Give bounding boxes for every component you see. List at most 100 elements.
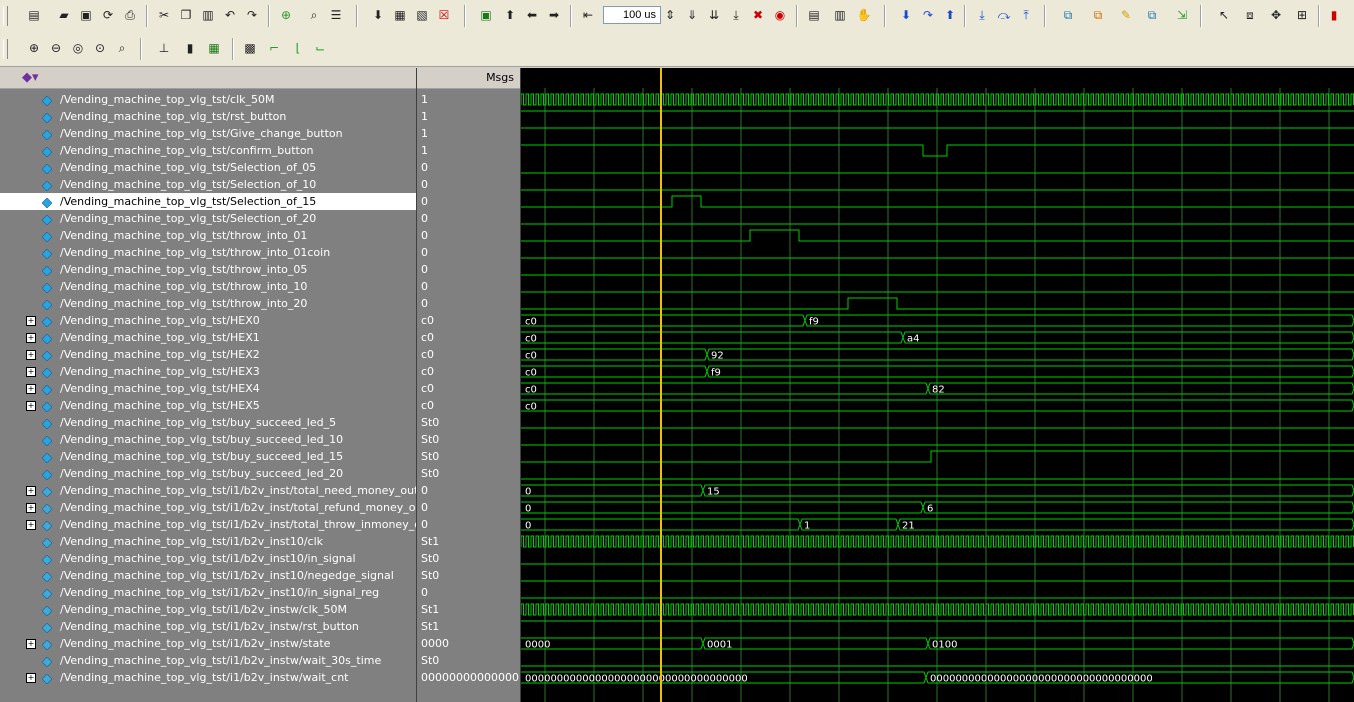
- left-icon[interactable]: ⬅: [524, 7, 540, 23]
- toolbar-grip[interactable]: [3, 6, 8, 26]
- right-icon[interactable]: ➡: [546, 7, 562, 23]
- signal-row[interactable]: + /Vending_machine_top_vlg_tst/i1/b2v_ins…: [0, 482, 416, 499]
- signal-row[interactable]: /Vending_machine_top_vlg_tst/buy_succeed…: [0, 431, 416, 448]
- signal-row[interactable]: + /Vending_machine_top_vlg_tst/i1/b2v_ins…: [0, 499, 416, 516]
- step-over-icon[interactable]: ▤: [806, 7, 822, 23]
- signal-row[interactable]: + /Vending_machine_top_vlg_tst/HEX0: [0, 312, 416, 329]
- wave-options-icon[interactable]: ◆▾: [22, 70, 39, 85]
- expand-icon[interactable]: +: [26, 367, 36, 377]
- expand-icon[interactable]: +: [26, 673, 36, 683]
- zoom-mode-icon[interactable]: ⧈: [1242, 7, 1258, 23]
- cursor-icon[interactable]: ⊞: [1294, 7, 1310, 23]
- expand-icon[interactable]: +: [26, 350, 36, 360]
- edge-rise-icon[interactable]: ⌊: [290, 40, 306, 56]
- paste-icon[interactable]: ▥: [200, 7, 216, 23]
- new-icon[interactable]: ▤: [26, 7, 42, 23]
- stop-icon[interactable]: ✖: [750, 7, 766, 23]
- time-step-input[interactable]: [603, 6, 661, 24]
- compile-icon[interactable]: ⬇: [370, 7, 386, 23]
- step-a-icon[interactable]: ⤓: [974, 7, 990, 23]
- signal-row[interactable]: /Vending_machine_top_vlg_tst/Selection_o…: [0, 210, 416, 227]
- wave-edit-icon[interactable]: ✎: [1118, 7, 1134, 23]
- signal-row[interactable]: /Vending_machine_top_vlg_tst/i1/b2v_inst…: [0, 601, 416, 618]
- compile-all-icon[interactable]: ▦: [392, 7, 408, 23]
- expand-icon[interactable]: +: [26, 639, 36, 649]
- signal-row[interactable]: /Vending_machine_top_vlg_tst/buy_succeed…: [0, 448, 416, 465]
- print-icon[interactable]: ⎙: [122, 7, 138, 23]
- undo-icon[interactable]: ↶: [222, 7, 238, 23]
- continue-icon[interactable]: ⇊: [706, 7, 722, 23]
- signal-row[interactable]: + /Vending_machine_top_vlg_tst/i1/b2v_ins…: [0, 669, 416, 686]
- step-b-icon[interactable]: ⤼: [996, 7, 1012, 23]
- signal-row[interactable]: + /Vending_machine_top_vlg_tst/HEX2: [0, 346, 416, 363]
- zoom-out-icon[interactable]: ⊖: [48, 40, 64, 56]
- hand-icon[interactable]: ✋: [856, 7, 872, 23]
- step-c-icon[interactable]: ⤒: [1018, 7, 1034, 23]
- wave-export-icon[interactable]: ⇲: [1174, 7, 1190, 23]
- zoom-cursor-icon[interactable]: ⊙: [92, 40, 108, 56]
- expand-icon[interactable]: +: [26, 486, 36, 496]
- signal-row[interactable]: /Vending_machine_top_vlg_tst/i1/b2v_inst…: [0, 652, 416, 669]
- signal-row[interactable]: + /Vending_machine_top_vlg_tst/HEX3: [0, 363, 416, 380]
- run-icon[interactable]: ⇓: [684, 7, 700, 23]
- signal-row[interactable]: /Vending_machine_top_vlg_tst/clk_50M: [0, 91, 416, 108]
- signal-row[interactable]: /Vending_machine_top_vlg_tst/throw_into_…: [0, 261, 416, 278]
- cut-icon[interactable]: ✂: [156, 7, 172, 23]
- select-icon[interactable]: ↖: [1216, 7, 1232, 23]
- run-all-icon[interactable]: ⤓: [728, 7, 744, 23]
- step-out-icon[interactable]: ▥: [832, 7, 848, 23]
- edge-next-icon[interactable]: ⌐: [266, 40, 282, 56]
- add-icon[interactable]: ⊕: [278, 7, 294, 23]
- wave-insert-icon[interactable]: ⧉: [1090, 7, 1106, 23]
- step-back-icon[interactable]: ↷: [920, 7, 936, 23]
- find-icon[interactable]: ⌕: [306, 7, 322, 23]
- edge-fall-icon[interactable]: ⌙: [312, 40, 328, 56]
- zoom-in-icon[interactable]: ⊕: [26, 40, 42, 56]
- signal-row[interactable]: /Vending_machine_top_vlg_tst/Selection_o…: [0, 176, 416, 193]
- signal-row[interactable]: + /Vending_machine_top_vlg_tst/i1/b2v_ins…: [0, 635, 416, 652]
- toolbar-grip[interactable]: [3, 39, 8, 59]
- signal-row[interactable]: /Vending_machine_top_vlg_tst/Selection_o…: [0, 193, 416, 210]
- step-return-icon[interactable]: ⬆: [942, 7, 958, 23]
- cursor-delete-icon[interactable]: ▦: [206, 40, 222, 56]
- pan-icon[interactable]: ✥: [1268, 7, 1284, 23]
- signal-row[interactable]: /Vending_machine_top_vlg_tst/confirm_but…: [0, 142, 416, 159]
- step-into-icon[interactable]: ⬇: [898, 7, 914, 23]
- signal-row[interactable]: /Vending_machine_top_vlg_tst/throw_into_…: [0, 227, 416, 244]
- zoom-full-icon[interactable]: ◎: [70, 40, 86, 56]
- break-icon[interactable]: ☒: [436, 7, 452, 23]
- wave-add-icon[interactable]: ⧉: [1060, 7, 1076, 23]
- expand-icon[interactable]: +: [26, 384, 36, 394]
- signal-row[interactable]: + /Vending_machine_top_vlg_tst/HEX1: [0, 329, 416, 346]
- step-icon[interactable]: ◉: [772, 7, 788, 23]
- signal-row[interactable]: /Vending_machine_top_vlg_tst/i1/b2v_inst…: [0, 533, 416, 550]
- signal-row[interactable]: /Vending_machine_top_vlg_tst/buy_succeed…: [0, 414, 416, 431]
- expand-icon[interactable]: +: [26, 401, 36, 411]
- cursor-lock-icon[interactable]: ▮: [182, 40, 198, 56]
- signal-row[interactable]: /Vending_machine_top_vlg_tst/Give_change…: [0, 125, 416, 142]
- signal-row[interactable]: /Vending_machine_top_vlg_tst/throw_into_…: [0, 295, 416, 312]
- signal-row[interactable]: /Vending_machine_top_vlg_tst/buy_succeed…: [0, 465, 416, 482]
- signal-row[interactable]: /Vending_machine_top_vlg_tst/i1/b2v_inst…: [0, 550, 416, 567]
- signal-row[interactable]: /Vending_machine_top_vlg_tst/Selection_o…: [0, 159, 416, 176]
- edge-prev-icon[interactable]: ▩: [242, 40, 258, 56]
- signal-row[interactable]: /Vending_machine_top_vlg_tst/i1/b2v_inst…: [0, 567, 416, 584]
- waveform-pane[interactable]: c0 f9 c0 a4 c0 92 c0 f9 c0 82 c0 0 15 0 6 0 1 21 0000 0001 0…: [521, 68, 1354, 702]
- waveform-canvas[interactable]: c0 f9 c0 a4 c0 92 c0 f9 c0 82 c0 0 15 0 6 0 1 21 0000 0001 0…: [521, 68, 1354, 702]
- zoom-region-icon[interactable]: ⌕: [114, 40, 130, 56]
- expand-icon[interactable]: +: [26, 316, 36, 326]
- cursor-add-icon[interactable]: ⊥: [156, 40, 172, 56]
- signal-row[interactable]: /Vending_machine_top_vlg_tst/i1/b2v_inst…: [0, 618, 416, 635]
- redo-icon[interactable]: ↷: [244, 7, 260, 23]
- up-icon[interactable]: ⬆: [502, 7, 518, 23]
- spin-icon[interactable]: ⇕: [662, 7, 678, 23]
- expand-icon[interactable]: +: [26, 520, 36, 530]
- restart-icon[interactable]: ⇤: [580, 7, 596, 23]
- dataflow-icon[interactable]: ▮: [1326, 7, 1342, 23]
- signal-row[interactable]: + /Vending_machine_top_vlg_tst/HEX4: [0, 380, 416, 397]
- signal-row[interactable]: /Vending_machine_top_vlg_tst/throw_into_…: [0, 244, 416, 261]
- save-icon[interactable]: ▣: [78, 7, 94, 23]
- open-icon[interactable]: ▰: [56, 7, 72, 23]
- zoom-box-icon[interactable]: ▣: [478, 7, 494, 23]
- simulate-icon[interactable]: ▧: [414, 7, 430, 23]
